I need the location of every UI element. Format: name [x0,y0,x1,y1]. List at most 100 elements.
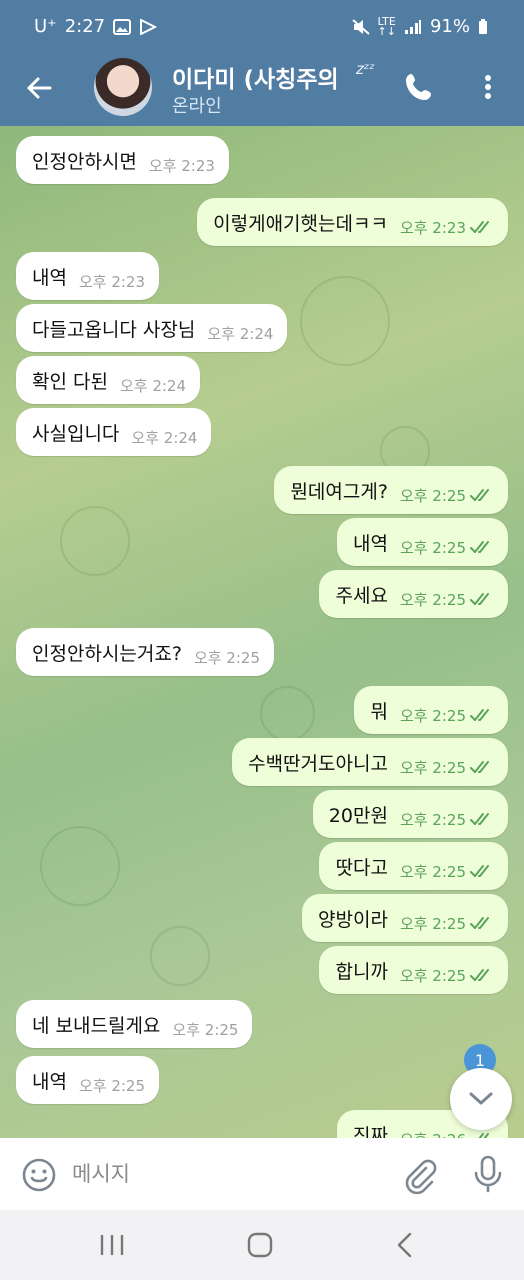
message-time: 오후 2:23 [399,218,466,237]
message-time: 오후 2:25 [399,966,466,985]
lte-icon: LTE ↑↓ [377,14,396,38]
incoming-message[interactable]: 사실입니다 오후 2:24 [16,408,212,456]
read-receipt-double-check-icon [470,709,489,721]
emoji-icon[interactable] [20,1156,58,1194]
message-text: 뭔데여그게? [290,480,388,503]
contact-avatar[interactable] [94,58,152,116]
message-text: 주세요 [335,584,388,607]
read-receipt-double-check-icon [470,969,489,981]
message-time: 오후 2:25 [399,590,466,609]
message-time: 오후 2:25 [172,1020,239,1039]
incoming-message[interactable]: 확인 다된 오후 2:24 [16,356,201,404]
phone-icon[interactable] [402,70,436,104]
gallery-notification-icon [113,18,132,35]
read-receipt-double-check-icon [470,813,489,825]
message-time: 오후 2:25 [399,538,466,557]
incoming-message[interactable]: 네 보내드릴게요 오후 2:25 [16,1000,253,1048]
message-time: 오후 2:24 [119,376,187,395]
message-time: 오후 2:25 [399,706,466,725]
battery-percent: 91% [429,16,470,37]
message-time: 오후 2:25 [399,810,466,829]
message-time: 오후 2:25 [399,862,466,881]
read-receipt-double-check-icon [470,593,489,605]
incoming-message[interactable]: 내역 오후 2:23 [16,252,160,300]
mute-icon [351,18,370,35]
message-text: 합니까 [335,960,388,983]
carrier-label: U⁺ [34,16,57,37]
sleep-mark: zᶻᶻ [356,60,375,78]
message-text: 이렇게애기햇는데ㅋㅋ [213,212,388,235]
message-time: 오후 2:25 [78,1076,146,1095]
play-store-notification-icon [140,18,158,35]
system-navigation-bar [0,1210,524,1280]
outgoing-message[interactable]: 합니까 오후 2:25 [319,946,508,994]
battery-icon [479,18,487,34]
read-receipt-double-check-icon [470,917,489,929]
read-receipt-double-check-icon [470,865,489,877]
message-time: 오후 2:24 [207,324,274,343]
outgoing-message[interactable]: 이렇게애기햇는데ㅋㅋ 오후 2:23 [197,198,508,246]
message-text: 사실입니다 [32,422,120,445]
outgoing-message[interactable]: 주세요 오후 2:25 [319,570,508,618]
outgoing-message[interactable]: 내역 오후 2:25 [336,518,508,566]
scroll-down-button[interactable] [450,1068,512,1130]
paperclip-icon[interactable] [400,1156,438,1194]
incoming-message[interactable]: 내역 오후 2:25 [16,1056,160,1104]
message-time: 오후 2:23 [78,272,146,291]
message-time: 오후 2:23 [148,156,215,175]
contact-name[interactable]: 이다미 (사칭주의 [172,60,352,94]
outgoing-message[interactable]: 20만원 오후 2:25 [312,790,508,838]
incoming-message[interactable]: 인정안하시는거죠? 오후 2:25 [16,628,274,676]
message-text: 뭐 [370,700,388,723]
outgoing-message[interactable]: 뭔데여그게? 오후 2:25 [274,466,508,514]
clock: 2:27 [64,16,106,37]
contact-status: 온라인 [172,96,222,117]
microphone-icon[interactable] [470,1154,506,1194]
message-text: 다들고옵니다 사장님 [32,318,196,341]
wallpaper-doodle [150,926,210,986]
message-time: 오후 2:25 [399,758,466,777]
message-text: 내역 [32,266,67,289]
chevron-down-icon [469,1092,493,1105]
message-time: 오후 2:26 [400,1129,466,1139]
message-text: 인정안하시는거죠? [32,642,182,665]
wallpaper-doodle [300,276,390,366]
message-text: 진짜 [352,1124,388,1139]
message-text: 인정안하시면 [32,150,137,173]
incoming-message[interactable]: 인정안하시면 오후 2:23 [16,136,229,184]
message-text: 확인 다된 [32,370,108,393]
signal-icon [404,19,421,34]
read-receipt-double-check-icon [470,221,489,233]
read-receipt-double-check-icon [470,489,489,501]
outgoing-message[interactable]: 땃다고 오후 2:25 [319,842,508,890]
message-text: 내역 [32,1070,67,1093]
back-nav-icon[interactable] [386,1228,426,1262]
message-text: 양방이라 [318,908,388,931]
message-time: 오후 2:25 [399,486,466,505]
message-composer [0,1138,524,1210]
message-text: 네 보내드릴게요 [32,1014,161,1037]
message-input[interactable] [72,1154,382,1194]
status-bar: U⁺ 2:27 LTE ↑↓ 91% [0,0,524,54]
message-text: 수백딴거도아니고 [248,752,388,775]
message-time: 오후 2:25 [399,914,466,933]
back-arrow-icon[interactable] [20,68,60,108]
more-options-icon[interactable] [474,70,502,104]
message-time: 오후 2:24 [131,428,198,447]
read-receipt-double-check-icon [470,761,489,773]
read-receipt-double-check-icon [470,541,489,553]
message-text: 내역 [352,532,388,555]
chat-header: 이다미 (사칭주의 zᶻᶻ 온라인 [0,54,524,126]
wallpaper-doodle [60,506,130,576]
outgoing-message[interactable]: 뭐 오후 2:25 [354,686,508,734]
message-text: 땃다고 [335,856,388,879]
outgoing-message[interactable]: 양방이라 오후 2:25 [302,894,508,942]
wallpaper-doodle [40,826,120,906]
incoming-message[interactable]: 다들고옵니다 사장님 오후 2:24 [16,304,288,352]
outgoing-message[interactable]: 수백딴거도아니고 오후 2:25 [232,738,508,786]
home-icon[interactable] [240,1228,280,1262]
recent-apps-icon[interactable] [92,1228,132,1262]
chat-area[interactable]: 인정안하시면 오후 2:23 이렇게애기햇는데ㅋㅋ 오후 2:23 내역 오후 2:23 다… [0,126,524,1138]
message-time: 오후 2:25 [193,648,260,667]
wallpaper-doodle [260,686,315,741]
